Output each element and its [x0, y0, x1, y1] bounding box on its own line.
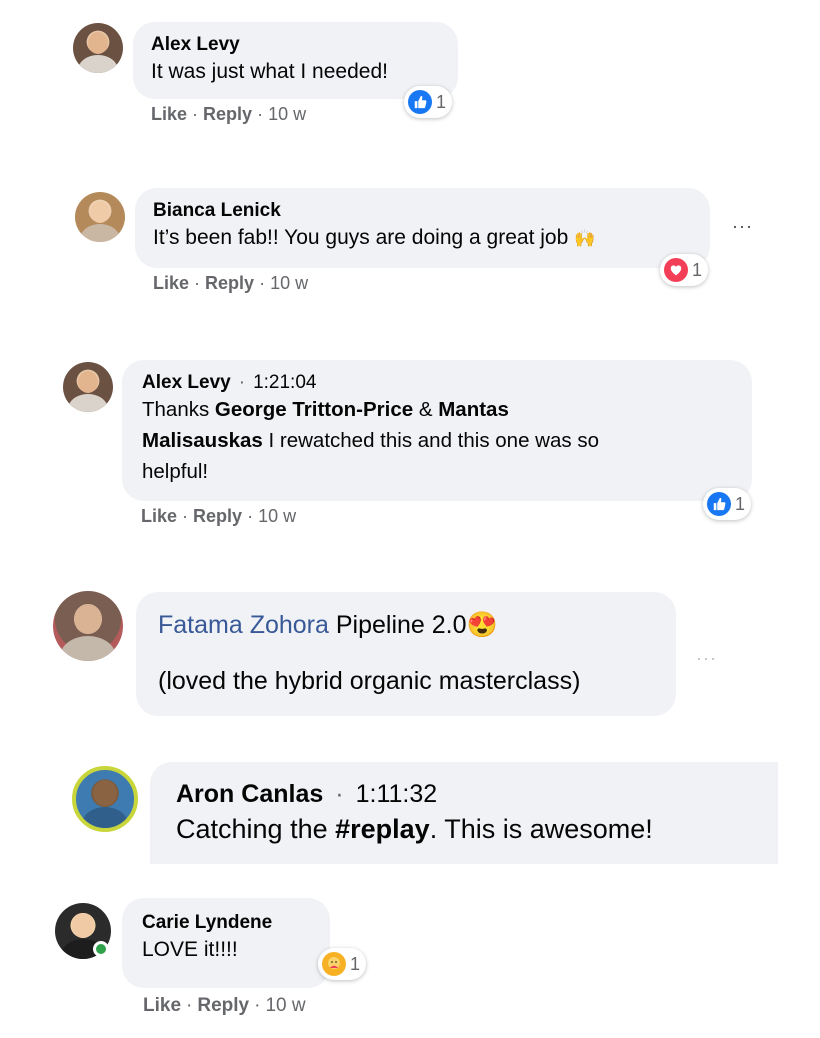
avatar[interactable]: [72, 766, 138, 832]
reaction-number: 1: [436, 91, 447, 112]
comment-bubble: Carie Lyndene LOVE it!!!!: [122, 898, 330, 988]
comment-bubble: Fatama Zohora Pipeline 2.0😍 (loved the h…: [136, 592, 676, 716]
comment-bubble: Alex Levy · 1:21:04 Thanks George Tritton-…: [122, 360, 752, 501]
comment-actions: Like · Reply · 10 w: [143, 995, 306, 1016]
reaction-number: 1: [692, 259, 703, 280]
comment-author[interactable]: Bianca Lenick: [153, 200, 692, 222]
video-timestamp[interactable]: 1:11:32: [356, 780, 438, 808]
reply-link[interactable]: Reply: [193, 506, 242, 526]
like-link[interactable]: Like: [153, 273, 189, 293]
online-status-icon: [93, 941, 109, 957]
emoji: 😍: [466, 611, 498, 639]
like-link[interactable]: Like: [143, 995, 181, 1016]
comment-author[interactable]: Fatama Zohora: [158, 611, 329, 639]
care-icon: [322, 952, 346, 976]
comment-author[interactable]: Aron Canlas: [176, 780, 323, 808]
like-icon: [707, 492, 731, 516]
reaction-number: 1: [735, 493, 746, 514]
comment-text: LOVE it!!!!: [142, 938, 238, 961]
mention-link[interactable]: Malisauskas: [142, 429, 263, 452]
like-link[interactable]: Like: [151, 104, 187, 124]
comment-bubble: Alex Levy It was just what I needed!: [133, 22, 458, 99]
more-options-icon[interactable]: ···: [732, 216, 753, 237]
comment-header: Alex Levy · 1:21:04: [142, 372, 317, 393]
avatar[interactable]: [73, 23, 123, 73]
comment-header: Aron Canlas · 1:11:32: [176, 780, 438, 808]
reaction-count[interactable]: 1: [703, 488, 752, 520]
comment-age[interactable]: 10 w: [270, 273, 308, 293]
comment-text: Catching the #replay. This is awesome!: [176, 814, 653, 844]
comment-actions: Like · Reply · 10 w: [141, 506, 297, 526]
like-link[interactable]: Like: [141, 506, 177, 526]
like-icon: [408, 90, 432, 114]
comment-age[interactable]: 10 w: [258, 506, 296, 526]
comment-text: Pipeline 2.0: [328, 611, 467, 639]
reaction-number: 1: [350, 953, 361, 974]
comment-actions: Like · Reply · 10 w: [151, 104, 307, 124]
love-icon: [664, 258, 688, 282]
reply-link[interactable]: Reply: [203, 104, 252, 124]
avatar[interactable]: [75, 192, 125, 242]
comment-bubble: Aron Canlas · 1:11:32 Catching the #replay…: [150, 762, 778, 864]
comment-text: It’s been fab!! You guys are doing a gre…: [153, 226, 596, 249]
comment-age[interactable]: 10 w: [265, 995, 305, 1016]
comment-author[interactable]: Alex Levy: [151, 34, 440, 56]
comment-clip: Aron Canlas · 1:11:32 Catching the #replay…: [150, 762, 778, 864]
more-options-icon[interactable]: ···: [696, 648, 717, 669]
comment-age[interactable]: 10 w: [268, 104, 306, 124]
reaction-count[interactable]: 1: [318, 948, 367, 980]
comment-actions: Like · Reply · 10 w: [153, 273, 309, 293]
comment-author[interactable]: Alex Levy: [142, 372, 231, 393]
emoji: 🙌: [574, 229, 596, 248]
avatar[interactable]: [53, 591, 123, 661]
reaction-count[interactable]: 1: [404, 86, 453, 118]
mention-link[interactable]: George Tritton-Price: [215, 398, 413, 421]
hashtag-link[interactable]: #replay: [335, 814, 430, 844]
reaction-count[interactable]: 1: [660, 254, 709, 286]
comment-text: Thanks George Tritton-Price & Mantas Mal…: [142, 398, 599, 483]
mention-link[interactable]: Mantas: [438, 398, 509, 421]
comment-line1: Fatama Zohora Pipeline 2.0😍: [158, 608, 654, 642]
video-timestamp[interactable]: 1:21:04: [253, 372, 316, 393]
comment-text: It was just what I needed!: [151, 60, 388, 83]
comment-bubble: Bianca Lenick It’s been fab!! You guys a…: [135, 188, 710, 268]
reply-link[interactable]: Reply: [197, 995, 249, 1016]
comment-author[interactable]: Carie Lyndene: [142, 912, 310, 934]
comment-text-line2: (loved the hybrid organic masterclass): [158, 667, 581, 695]
avatar[interactable]: [63, 362, 113, 412]
reply-link[interactable]: Reply: [205, 273, 254, 293]
